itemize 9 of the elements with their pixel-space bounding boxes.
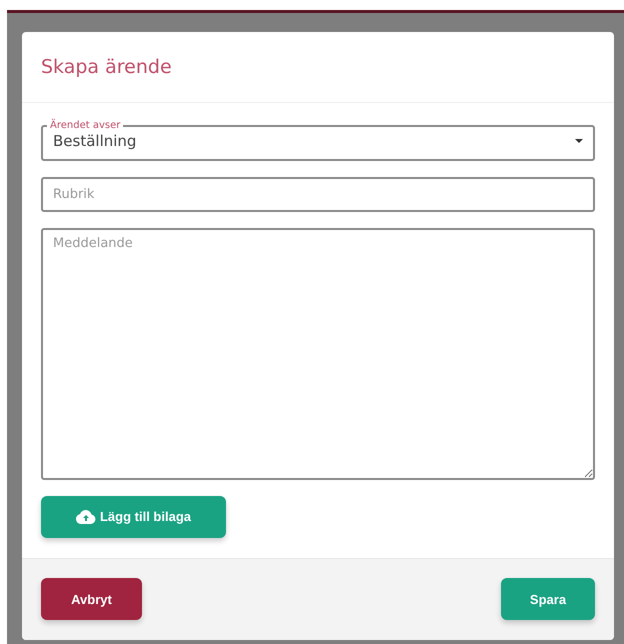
- caret-icon: [575, 138, 583, 143]
- select-value: Beställning: [53, 132, 138, 150]
- message-field[interactable]: Meddelande: [41, 228, 595, 480]
- dialog-title: Skapa ärende: [41, 56, 172, 78]
- select-field[interactable]: Ärendet avser Beställning: [41, 120, 595, 161]
- cancel-button[interactable]: Avbryt: [41, 578, 142, 620]
- subject-field[interactable]: Rubrik: [41, 176, 595, 212]
- cloud-upload-icon: [76, 510, 96, 524]
- field-label: Ärendet avser: [49, 120, 122, 132]
